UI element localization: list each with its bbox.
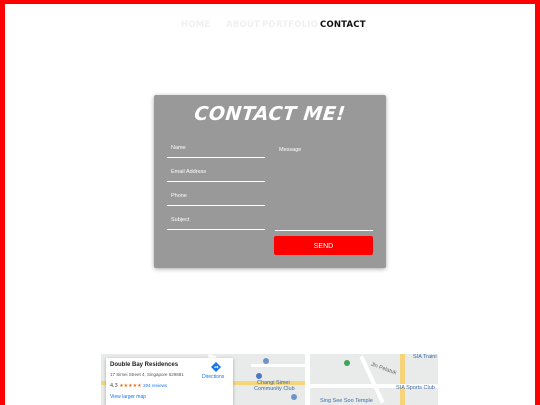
phone-placeholder: Phone — [171, 193, 187, 199]
map-road — [400, 354, 405, 405]
place-rating: 4.3 ★★★★★ 204 reviews — [110, 383, 167, 389]
map-info-card: Double Bay Residences 17 Simei Street 4,… — [106, 358, 233, 405]
map-road — [251, 364, 305, 367]
nav-item-about[interactable]: ABOUT — [226, 20, 260, 30]
directions-label[interactable]: Directions — [202, 374, 224, 380]
contact-form-card: CONTACT ME! Name Email Address Phone Sub… — [154, 95, 386, 268]
send-button[interactable]: SEND — [274, 236, 373, 255]
nav-item-contact[interactable]: CONTACT — [320, 20, 366, 30]
reviews-link[interactable]: 204 reviews — [143, 383, 167, 388]
rating-value: 4.3 — [110, 383, 118, 389]
nav-item-home[interactable]: HOME — [181, 20, 210, 30]
poi-marker-icon — [256, 373, 262, 379]
message-placeholder: Message — [279, 147, 302, 153]
subject-field[interactable]: Subject — [167, 217, 265, 230]
rating-stars-icon: ★★★★★ — [119, 383, 142, 389]
name-field[interactable]: Name — [167, 145, 265, 158]
nav-item-portfolio[interactable]: PORTFOLIO — [262, 20, 318, 30]
email-field[interactable]: Email Address — [167, 169, 265, 182]
contact-title: CONTACT ME! — [193, 103, 347, 125]
phone-field[interactable]: Phone — [167, 193, 265, 206]
poi-label: Sing See Soo Temple — [320, 398, 373, 404]
transit-icon — [291, 394, 297, 400]
view-larger-map-link[interactable]: View larger map — [110, 394, 146, 400]
email-placeholder: Email Address — [171, 169, 207, 175]
poi-label: SIA Traini — [413, 354, 437, 360]
park-icon — [344, 360, 350, 366]
subject-placeholder: Subject — [171, 217, 190, 223]
map-embed-right[interactable]: SIA Traini SIA Sports Club Jln Pelatuk S… — [310, 354, 438, 405]
poi-label: SIA Sports Club — [396, 385, 435, 391]
place-address: 17 Simei Street 4, Singapore 529881 — [110, 372, 184, 377]
transit-icon — [263, 358, 269, 364]
place-name: Double Bay Residences — [110, 362, 179, 368]
poi-label: Jln Pelatuk — [369, 361, 398, 377]
name-placeholder: Name — [171, 145, 186, 151]
top-nav: HOME ABOUT PORTFOLIO CONTACT — [0, 20, 540, 34]
poi-label: Community Club — [254, 386, 295, 392]
message-textarea[interactable]: Message — [275, 147, 373, 231]
directions-icon[interactable] — [211, 362, 221, 372]
